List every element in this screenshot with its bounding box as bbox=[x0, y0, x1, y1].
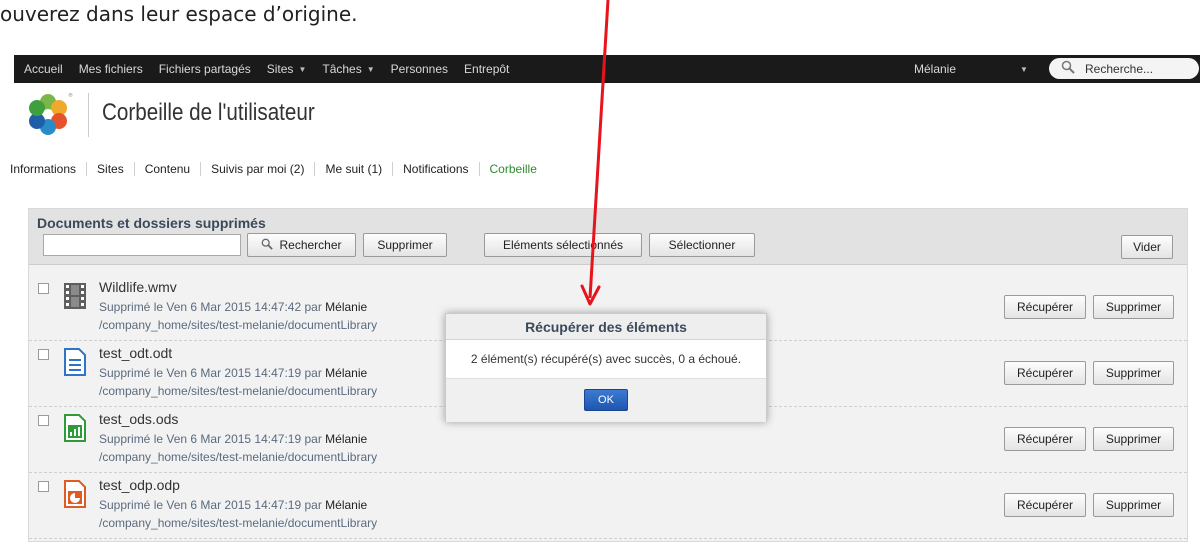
deleted-info: Supprimé le Ven 6 Mar 2015 14:47:42 par … bbox=[99, 300, 367, 314]
tab-notifications[interactable]: Notifications bbox=[393, 162, 480, 176]
deleted-info: Supprimé le Ven 6 Mar 2015 14:47:19 par … bbox=[99, 432, 367, 446]
intro-text: ouverez dans leur espace d’origine. bbox=[0, 2, 358, 26]
restore-button[interactable]: Récupérer bbox=[1004, 295, 1086, 319]
nav-sites[interactable]: Sites ▼ bbox=[259, 62, 315, 76]
chevron-down-icon[interactable]: ▼ bbox=[1020, 55, 1028, 83]
delete-button[interactable]: Supprimer bbox=[1093, 295, 1174, 319]
deleted-by[interactable]: Mélanie bbox=[325, 498, 367, 512]
nav-home[interactable]: Accueil bbox=[14, 62, 71, 76]
user-menu[interactable]: Mélanie bbox=[914, 55, 956, 83]
spreadsheet-icon bbox=[62, 413, 88, 443]
nav-tasks[interactable]: Tâches ▼ bbox=[314, 62, 382, 76]
search-button-label: Rechercher bbox=[279, 238, 342, 252]
nav-sites-label: Sites bbox=[266, 62, 294, 76]
restore-button[interactable]: Récupérer bbox=[1004, 361, 1086, 385]
deleted-label: Supprimé le Ven 6 Mar 2015 14:47:19 par bbox=[99, 432, 322, 446]
search-placeholder: Recherche... bbox=[1085, 61, 1154, 76]
svg-text:®: ® bbox=[68, 92, 73, 99]
deleted-info: Supprimé le Ven 6 Mar 2015 14:47:19 par … bbox=[99, 366, 367, 380]
file-name[interactable]: test_ods.ods bbox=[99, 411, 178, 427]
search-input[interactable]: Recherche... bbox=[1049, 58, 1199, 79]
profile-tabs: Informations Sites Contenu Suivis par mo… bbox=[0, 157, 547, 181]
restore-button[interactable]: Récupérer bbox=[1004, 427, 1086, 451]
file-name[interactable]: Wildlife.wmv bbox=[99, 279, 177, 295]
deleted-info: Supprimé le Ven 6 Mar 2015 14:47:19 par … bbox=[99, 498, 367, 512]
deleted-by[interactable]: Mélanie bbox=[325, 366, 367, 380]
file-path: /company_home/sites/test-melanie/documen… bbox=[99, 516, 378, 530]
top-navigation-bar: Accueil Mes fichiers Fichiers partagés S… bbox=[14, 55, 1200, 83]
dialog-message: 2 élément(s) récupéré(s) avec succès, 0 … bbox=[470, 352, 742, 366]
text-document-icon bbox=[62, 347, 88, 377]
select-button[interactable]: Sélectionner bbox=[649, 233, 755, 257]
deleted-label: Supprimé le Ven 6 Mar 2015 14:47:42 par bbox=[99, 300, 322, 314]
page-title: Corbeille de l'utilisateur bbox=[102, 99, 315, 126]
row-checkbox[interactable] bbox=[38, 481, 49, 492]
tab-followers[interactable]: Me suit (1) bbox=[315, 162, 394, 176]
deleted-label: Supprimé le Ven 6 Mar 2015 14:47:19 par bbox=[99, 366, 322, 380]
file-path: /company_home/sites/test-melanie/documen… bbox=[99, 384, 378, 398]
tab-content[interactable]: Contenu bbox=[135, 162, 202, 176]
search-icon bbox=[261, 238, 274, 253]
tab-information[interactable]: Informations bbox=[0, 162, 88, 176]
nav-people[interactable]: Personnes bbox=[383, 62, 456, 76]
tab-trashcan[interactable]: Corbeille bbox=[480, 162, 547, 176]
header-divider bbox=[88, 93, 89, 137]
restore-button[interactable]: Récupérer bbox=[1004, 493, 1086, 517]
restore-dialog: Récupérer des éléments 2 élément(s) récu… bbox=[445, 313, 767, 422]
nav-shared-files[interactable]: Fichiers partagés bbox=[151, 62, 259, 76]
nav-tasks-label: Tâches bbox=[322, 62, 362, 76]
delete-selected-button[interactable]: Supprimer bbox=[363, 233, 447, 257]
row-checkbox[interactable] bbox=[38, 283, 49, 294]
file-name[interactable]: test_odp.odp bbox=[99, 477, 180, 493]
deleted-label: Supprimé le Ven 6 Mar 2015 14:47:19 par bbox=[99, 498, 322, 512]
selected-items-button[interactable]: Eléments sélectionnés bbox=[484, 233, 642, 257]
row-checkbox[interactable] bbox=[38, 349, 49, 360]
empty-trash-button[interactable]: Vider bbox=[1121, 235, 1173, 259]
filter-input[interactable] bbox=[43, 234, 241, 256]
deleted-by[interactable]: Mélanie bbox=[325, 300, 367, 314]
delete-button[interactable]: Supprimer bbox=[1093, 427, 1174, 451]
list-item: test_odp.odp Supprimé le Ven 6 Mar 2015 … bbox=[29, 473, 1187, 539]
alfresco-logo: ® bbox=[24, 91, 74, 137]
dialog-footer: OK bbox=[446, 378, 766, 422]
video-file-icon bbox=[62, 281, 88, 311]
nav-my-files[interactable]: Mes fichiers bbox=[71, 62, 151, 76]
panel-toolbar: Documents et dossiers supprimés Recherch… bbox=[29, 209, 1187, 265]
search-button[interactable]: Rechercher bbox=[247, 233, 356, 257]
tab-sites[interactable]: Sites bbox=[87, 162, 135, 176]
panel-title: Documents et dossiers supprimés bbox=[37, 215, 266, 231]
tab-following[interactable]: Suivis par moi (2) bbox=[201, 162, 316, 176]
file-path: /company_home/sites/test-melanie/documen… bbox=[99, 318, 378, 332]
ok-button[interactable]: OK bbox=[584, 389, 628, 411]
file-name[interactable]: test_odt.odt bbox=[99, 345, 172, 361]
nav-repository[interactable]: Entrepôt bbox=[456, 62, 517, 76]
dialog-title: Récupérer des éléments bbox=[446, 314, 766, 340]
file-path: /company_home/sites/test-melanie/documen… bbox=[99, 450, 378, 464]
page-header: ® Corbeille de l'utilisateur bbox=[14, 85, 1200, 145]
chevron-down-icon: ▼ bbox=[366, 64, 375, 74]
chevron-down-icon: ▼ bbox=[298, 64, 307, 74]
presentation-icon bbox=[62, 479, 88, 509]
row-checkbox[interactable] bbox=[38, 415, 49, 426]
delete-button[interactable]: Supprimer bbox=[1093, 361, 1174, 385]
deleted-by[interactable]: Mélanie bbox=[325, 432, 367, 446]
delete-button[interactable]: Supprimer bbox=[1093, 493, 1174, 517]
search-icon bbox=[1061, 60, 1075, 77]
